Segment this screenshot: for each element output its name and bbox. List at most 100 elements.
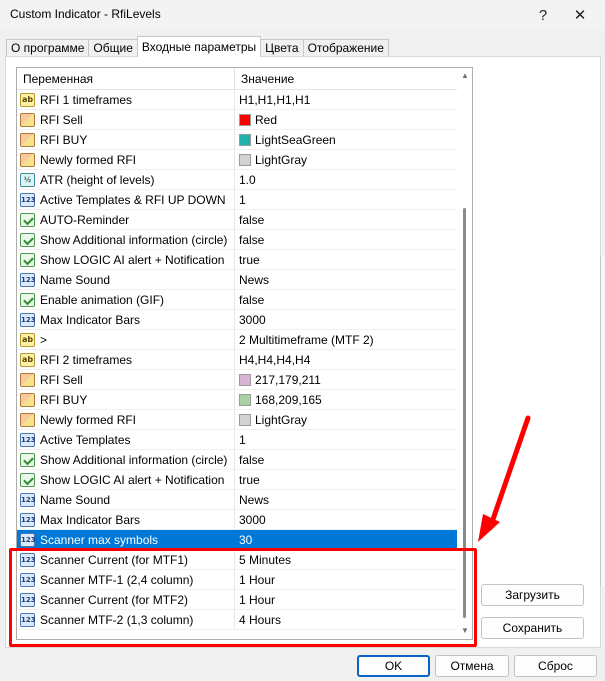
parameter-value-cell[interactable]: News <box>235 270 457 290</box>
parameter-value-cell[interactable]: 1 <box>235 190 457 210</box>
parameter-row[interactable]: 123 Scanner Current (for MTF1) 5 Minutes <box>17 550 457 570</box>
parameter-name-cell[interactable]: ab RFI 2 timeframes <box>17 350 235 370</box>
parameter-row[interactable]: 123 Active Templates & RFI UP DOWN 1 <box>17 190 457 210</box>
scroll-up-arrow-icon[interactable]: ▲ <box>457 68 472 84</box>
parameter-value-cell[interactable]: 217,179,211 <box>235 370 457 390</box>
parameter-value-cell[interactable]: true <box>235 250 457 270</box>
parameter-name-cell[interactable]: 123 Scanner max symbols <box>17 530 235 550</box>
parameter-name-cell[interactable]: 123 Active Templates <box>17 430 235 450</box>
parameter-row[interactable]: RFI BUY 168,209,165 <box>17 390 457 410</box>
parameter-name-cell[interactable]: RFI BUY <box>17 390 235 410</box>
parameter-row[interactable]: RFI BUY LightSeaGreen <box>17 130 457 150</box>
parameter-value-cell[interactable]: H1,H1,H1,H1 <box>235 90 457 110</box>
parameter-value-cell[interactable]: 1.0 <box>235 170 457 190</box>
parameter-value-cell[interactable]: 5 Minutes <box>235 550 457 570</box>
reset-button[interactable]: Сброс <box>514 655 597 677</box>
parameter-value-cell[interactable]: 1 Hour <box>235 570 457 590</box>
parameter-row[interactable]: 123 Scanner MTF-2 (1,3 column) 4 Hours <box>17 610 457 630</box>
parameter-row[interactable]: ½ ATR (height of levels) 1.0 <box>17 170 457 190</box>
ok-button[interactable]: OK <box>357 655 430 677</box>
cancel-button[interactable]: Отмена <box>435 655 509 677</box>
tab-common[interactable]: Общие <box>88 39 138 57</box>
parameter-name-cell[interactable]: ½ ATR (height of levels) <box>17 170 235 190</box>
parameter-row[interactable]: 123 Scanner max symbols 30 <box>17 530 457 550</box>
parameter-value-cell[interactable]: Red <box>235 110 457 130</box>
parameter-row[interactable]: 123 Active Templates 1 <box>17 430 457 450</box>
parameter-name-cell[interactable]: Newly formed RFI <box>17 410 235 430</box>
help-button[interactable]: ? <box>523 0 563 30</box>
parameter-name-cell[interactable]: RFI BUY <box>17 130 235 150</box>
scrollbar-thumb[interactable] <box>463 208 466 618</box>
parameter-name-cell[interactable]: 123 Active Templates & RFI UP DOWN <box>17 190 235 210</box>
parameter-row[interactable]: 123 Max Indicator Bars 3000 <box>17 510 457 530</box>
parameter-row[interactable]: Newly formed RFI LightGray <box>17 410 457 430</box>
save-button[interactable]: Сохранить <box>481 617 584 639</box>
parameter-row[interactable]: ab RFI 2 timeframes H4,H4,H4,H4 <box>17 350 457 370</box>
parameter-value-cell[interactable]: 30 <box>235 530 457 550</box>
parameter-value-cell[interactable]: LightGray <box>235 410 457 430</box>
parameter-row[interactable]: 123 Scanner MTF-1 (2,4 column) 1 Hour <box>17 570 457 590</box>
load-button[interactable]: Загрузить <box>481 584 584 606</box>
column-header-value[interactable]: Значение <box>235 68 457 90</box>
parameter-row[interactable]: 123 Max Indicator Bars 3000 <box>17 310 457 330</box>
parameter-value-cell[interactable]: 4 Hours <box>235 610 457 630</box>
parameter-name-cell[interactable]: 123 Max Indicator Bars <box>17 310 235 330</box>
parameter-name-cell[interactable]: Newly formed RFI <box>17 150 235 170</box>
parameter-name-cell[interactable]: Show Additional information (circle) <box>17 230 235 250</box>
parameter-name-cell[interactable]: ab > <box>17 330 235 350</box>
parameter-row[interactable]: 123 Scanner Current (for MTF2) 1 Hour <box>17 590 457 610</box>
tab-about[interactable]: О программе <box>6 39 90 57</box>
parameter-name-cell[interactable]: AUTO-Reminder <box>17 210 235 230</box>
parameter-name-cell[interactable]: ab RFI 1 timeframes <box>17 90 235 110</box>
parameter-row[interactable]: Show LOGIC AI alert + Notification true <box>17 470 457 490</box>
tab-visualization[interactable]: Отображение <box>302 39 389 57</box>
parameter-value-cell[interactable]: 3000 <box>235 310 457 330</box>
parameter-value-cell[interactable]: 1 <box>235 430 457 450</box>
parameter-value-cell[interactable]: LightGray <box>235 150 457 170</box>
parameter-row[interactable]: Newly formed RFI LightGray <box>17 150 457 170</box>
parameter-value-cell[interactable]: 3000 <box>235 510 457 530</box>
parameter-name-cell[interactable]: 123 Scanner Current (for MTF1) <box>17 550 235 570</box>
parameter-value-cell[interactable]: News <box>235 490 457 510</box>
tab-colors[interactable]: Цвета <box>260 39 304 57</box>
parameter-row[interactable]: 123 Name Sound News <box>17 490 457 510</box>
parameter-row[interactable]: ab >2 Multitimeframe (MTF 2) <box>17 330 457 350</box>
parameter-name-cell[interactable]: RFI Sell <box>17 110 235 130</box>
parameter-name: Show LOGIC AI alert + Notification <box>40 253 225 267</box>
parameter-row[interactable]: Show Additional information (circle) fals… <box>17 450 457 470</box>
parameter-row[interactable]: 123 Name Sound News <box>17 270 457 290</box>
parameter-row[interactable]: ab RFI 1 timeframes H1,H1,H1,H1 <box>17 90 457 110</box>
parameter-name-cell[interactable]: 123 Scanner MTF-1 (2,4 column) <box>17 570 235 590</box>
scroll-down-arrow-icon[interactable]: ▼ <box>457 623 472 639</box>
parameter-row[interactable]: Enable animation (GIF) false <box>17 290 457 310</box>
parameter-value-cell[interactable]: false <box>235 450 457 470</box>
parameter-name-cell[interactable]: Show Additional information (circle) <box>17 450 235 470</box>
parameter-value-cell[interactable]: 2 Multitimeframe (MTF 2) <box>235 330 457 350</box>
parameter-name-cell[interactable]: Show LOGIC AI alert + Notification <box>17 470 235 490</box>
parameter-name-cell[interactable]: 123 Max Indicator Bars <box>17 510 235 530</box>
column-header-variable[interactable]: Переменная <box>17 68 235 90</box>
parameter-row[interactable]: RFI Sell Red <box>17 110 457 130</box>
parameter-value-cell[interactable]: LightSeaGreen <box>235 130 457 150</box>
parameter-value-cell[interactable]: false <box>235 230 457 250</box>
parameter-name-cell[interactable]: 123 Name Sound <box>17 490 235 510</box>
parameter-value-cell[interactable]: true <box>235 470 457 490</box>
vertical-scrollbar[interactable]: ▲ ▼ <box>457 68 472 639</box>
parameter-value-cell[interactable]: 1 Hour <box>235 590 457 610</box>
close-button[interactable]: ✕ <box>560 0 600 30</box>
parameter-value-cell[interactable]: false <box>235 210 457 230</box>
parameter-row[interactable]: Show LOGIC AI alert + Notification true <box>17 250 457 270</box>
tab-inputs[interactable]: Входные параметры <box>136 36 262 57</box>
parameter-name-cell[interactable]: Show LOGIC AI alert + Notification <box>17 250 235 270</box>
parameter-value-cell[interactable]: false <box>235 290 457 310</box>
parameter-value-cell[interactable]: 168,209,165 <box>235 390 457 410</box>
parameter-row[interactable]: AUTO-Reminder false <box>17 210 457 230</box>
parameter-row[interactable]: Show Additional information (circle) fals… <box>17 230 457 250</box>
parameter-name-cell[interactable]: 123 Scanner Current (for MTF2) <box>17 590 235 610</box>
parameter-value-cell[interactable]: H4,H4,H4,H4 <box>235 350 457 370</box>
parameter-name-cell[interactable]: 123 Scanner MTF-2 (1,3 column) <box>17 610 235 630</box>
parameter-name-cell[interactable]: Enable animation (GIF) <box>17 290 235 310</box>
parameter-name-cell[interactable]: 123 Name Sound <box>17 270 235 290</box>
parameter-row[interactable]: RFI Sell 217,179,211 <box>17 370 457 390</box>
parameter-name-cell[interactable]: RFI Sell <box>17 370 235 390</box>
